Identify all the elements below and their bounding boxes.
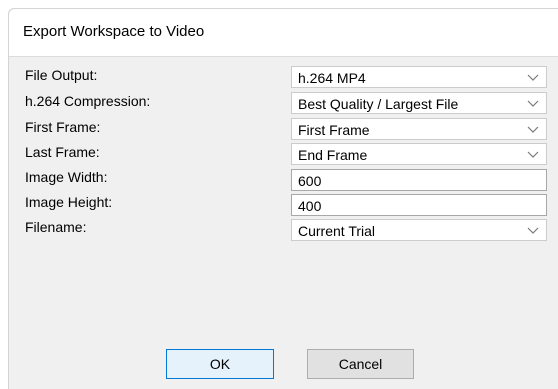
image-width-label: Image Width: bbox=[25, 169, 108, 185]
chevron-down-icon bbox=[527, 151, 539, 158]
chevron-down-icon bbox=[527, 74, 539, 81]
cancel-button[interactable]: Cancel bbox=[307, 349, 414, 379]
last-frame-value: End Frame bbox=[298, 147, 368, 163]
first-frame-label: First Frame: bbox=[25, 119, 101, 135]
chevron-down-icon bbox=[527, 100, 539, 107]
first-frame-select[interactable]: First Frame bbox=[291, 118, 547, 140]
dialog-title: Export Workspace to Video bbox=[23, 23, 205, 40]
image-height-label: Image Height: bbox=[25, 194, 113, 210]
file-output-label: File Output: bbox=[25, 67, 98, 83]
file-output-select[interactable]: h.264 MP4 bbox=[291, 66, 547, 88]
export-video-dialog: Export Workspace to Video File Output: h… bbox=[8, 8, 558, 389]
file-output-value: h.264 MP4 bbox=[298, 70, 366, 86]
first-frame-value: First Frame bbox=[298, 122, 370, 138]
compression-label: h.264 Compression: bbox=[25, 93, 151, 109]
compression-select[interactable]: Best Quality / Largest File bbox=[291, 92, 547, 114]
image-width-value: 600 bbox=[298, 173, 322, 189]
chevron-down-icon bbox=[527, 126, 539, 133]
filename-label: Filename: bbox=[25, 219, 87, 235]
filename-value: Current Trial bbox=[298, 223, 376, 239]
last-frame-label: Last Frame: bbox=[25, 144, 100, 160]
ok-button[interactable]: OK bbox=[166, 349, 274, 379]
image-height-input[interactable]: 400 bbox=[291, 194, 547, 216]
chevron-down-icon bbox=[527, 227, 539, 234]
image-width-input[interactable]: 600 bbox=[291, 169, 547, 191]
filename-select[interactable]: Current Trial bbox=[291, 219, 547, 241]
last-frame-select[interactable]: End Frame bbox=[291, 143, 547, 165]
image-height-value: 400 bbox=[298, 198, 322, 214]
dialog-title-bar: Export Workspace to Video bbox=[9, 9, 558, 57]
compression-value: Best Quality / Largest File bbox=[298, 96, 459, 112]
